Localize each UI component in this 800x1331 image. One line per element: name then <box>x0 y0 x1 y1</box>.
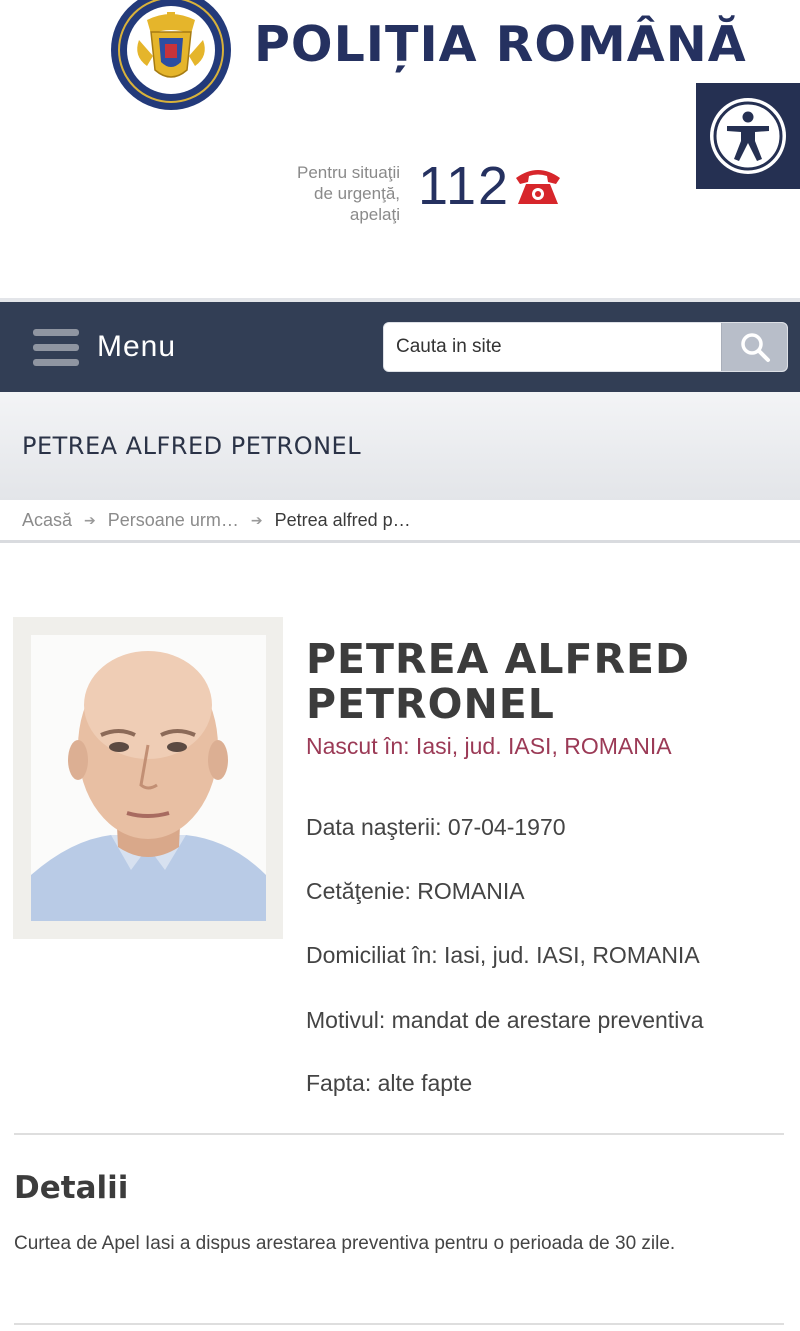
search-button[interactable] <box>721 323 787 371</box>
reason-text: Motivul: mandat de arestare preventiva <box>306 1007 704 1033</box>
details-text: Curtea de Apel Iasi a dispus arestarea p… <box>14 1233 676 1254</box>
search-box <box>383 322 788 372</box>
offense-text: Fapta: alte fapte <box>306 1070 473 1096</box>
person-name: PETREA ALFRED PETRONEL <box>306 637 766 727</box>
page: POLIȚIA ROMÂNĂ Pentru situaţii de urgenţ… <box>0 0 800 1331</box>
emergency-text-line: apelaţi <box>349 205 400 224</box>
accessibility-icon <box>710 98 786 174</box>
emergency-text-line: Pentru situaţii <box>297 163 400 182</box>
section-divider <box>14 1133 784 1135</box>
emergency-text-line: de urgenţă, <box>313 184 400 203</box>
citizenship-text: Cetăţenie: ROMANIA <box>306 878 525 904</box>
telephone-icon <box>516 170 560 204</box>
page-title: PETREA ALFRED PETRONEL <box>22 432 362 460</box>
person-photo-frame <box>13 617 283 939</box>
search-input[interactable] <box>384 323 721 371</box>
birthplace-text: Nascut în: Iasi, jud. IASI, ROMANIA <box>306 733 672 759</box>
residence-text: Domiciliat în: Iasi, jud. IASI, ROMANIA <box>306 942 700 968</box>
menu-button[interactable]: Menu <box>33 324 176 370</box>
breadcrumb-current: Petrea alfred p… <box>274 509 411 530</box>
arrow-right-icon: ➔ <box>84 511 96 528</box>
person-photo[interactable] <box>31 635 266 921</box>
emergency-number[interactable]: 112 <box>418 154 510 218</box>
hamburger-icon <box>33 327 79 367</box>
page-title-band: PETREA ALFRED PETRONEL <box>0 392 800 500</box>
person-name-line: PETRONEL <box>306 680 555 728</box>
person-photo-image <box>31 635 266 921</box>
menu-label: Menu <box>97 330 177 363</box>
breadcrumb: Acasă ➔ Persoane urm… ➔ Petrea alfred p… <box>0 500 800 543</box>
accessibility-button[interactable] <box>696 83 800 189</box>
breadcrumb-home-link[interactable]: Acasă <box>22 510 72 531</box>
brand-title[interactable]: POLIȚIA ROMÂNĂ <box>254 16 747 73</box>
emergency-text: Pentru situaţii de urgenţă, apelaţi <box>260 162 400 225</box>
navbar: Menu <box>0 298 800 392</box>
details-heading: Detalii <box>14 1170 129 1206</box>
search-icon <box>740 333 770 362</box>
birth-date-text: Data naşterii: 07-04-1970 <box>306 814 566 840</box>
section-divider <box>14 1323 784 1325</box>
person-name-line: PETREA ALFRED <box>306 635 691 683</box>
breadcrumb-section-link[interactable]: Persoane urm… <box>108 510 239 531</box>
police-seal-logo[interactable] <box>107 0 236 111</box>
arrow-right-icon: ➔ <box>250 511 263 528</box>
